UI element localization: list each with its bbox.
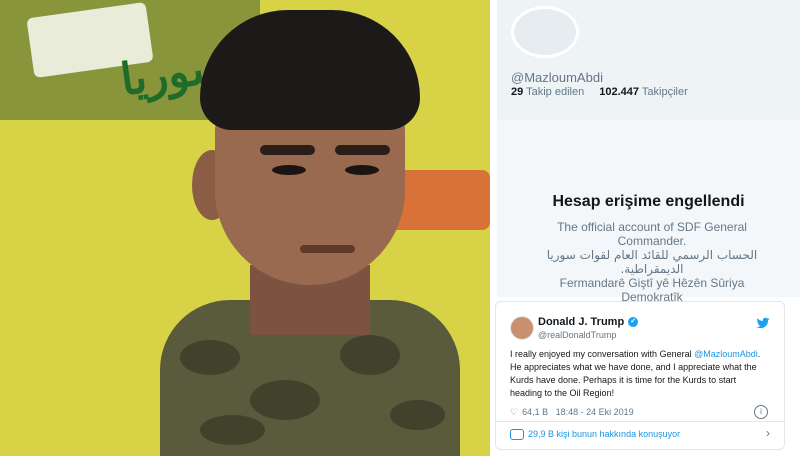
chevron-right-icon[interactable]: › xyxy=(766,426,770,440)
tweet-timestamp[interactable]: 18:48 - 24 Eki 2019 xyxy=(556,407,634,417)
photo-panel: قوات سوريا xyxy=(0,0,490,456)
conversation-count-text: 29,9 B kişi bunun hakkında konuşuyor xyxy=(528,429,681,439)
profile-bio: The official account of SDF General Comm… xyxy=(537,220,767,304)
account-withheld-title: Hesap erişime engellendi xyxy=(552,193,745,210)
tweet-author-name: Donald J. Trump xyxy=(538,316,625,328)
tweet-avatar[interactable] xyxy=(510,316,534,340)
bio-english: The official account of SDF General Comm… xyxy=(557,220,747,248)
tweet-meta: ♡ 64,1 B 18:48 - 24 Eki 2019 xyxy=(510,407,634,418)
following-label: Takip edilen xyxy=(526,86,585,98)
following-count: 29 xyxy=(511,86,524,98)
tweet-divider xyxy=(496,421,784,422)
tweet-text-before: I really enjoyed my conversation with Ge… xyxy=(510,349,695,359)
tweet-mention-link[interactable]: @MazloumAbdi xyxy=(694,349,758,359)
tweet-conversation-link[interactable]: 29,9 B kişi bunun hakkında konuşuyor xyxy=(510,429,681,441)
profile-stats: 29 Takip edilen 102.447 Takipçiler xyxy=(511,86,700,98)
left-eye xyxy=(272,165,306,175)
tweet-card: Donald J. Trump ✓ @realDonaldTrump I real… xyxy=(495,301,785,450)
heart-icon[interactable]: ♡ xyxy=(510,407,518,417)
right-eye xyxy=(345,165,379,175)
right-eyebrow xyxy=(335,145,390,155)
profile-avatar[interactable] xyxy=(511,6,579,58)
chat-bubble-icon xyxy=(510,429,524,441)
twitter-bird-icon[interactable] xyxy=(756,316,770,330)
hair xyxy=(200,10,420,130)
bio-kurdish: Fermandarê Giştî yê Hêzên Sûriya Demokra… xyxy=(559,276,745,304)
person-photo xyxy=(160,10,460,456)
verified-badge-icon: ✓ xyxy=(628,317,639,328)
followers-stat[interactable]: 102.447 Takipçiler xyxy=(599,86,693,98)
info-icon[interactable]: i xyxy=(754,405,768,419)
twitter-profile-card: @MazloumAbdi 29 Takip edilen 102.447 Tak… xyxy=(491,0,800,304)
tweet-author[interactable]: Donald J. Trump ✓ xyxy=(538,316,639,328)
bio-arabic: الحساب الرسمي للقائد العام لقوات سوريا ا… xyxy=(546,248,758,276)
followers-label: Takipçiler xyxy=(641,86,688,98)
following-stat[interactable]: 29 Takip edilen xyxy=(511,86,590,98)
like-count[interactable]: 64,1 B xyxy=(522,407,548,417)
left-eyebrow xyxy=(260,145,315,155)
profile-handle[interactable]: @MazloumAbdi xyxy=(511,70,603,85)
followers-count: 102.447 xyxy=(599,86,640,98)
tweet-text: I really enjoyed my conversation with Ge… xyxy=(510,348,770,400)
tweet-handle[interactable]: @realDonaldTrump xyxy=(538,330,616,340)
mouth xyxy=(300,245,355,253)
